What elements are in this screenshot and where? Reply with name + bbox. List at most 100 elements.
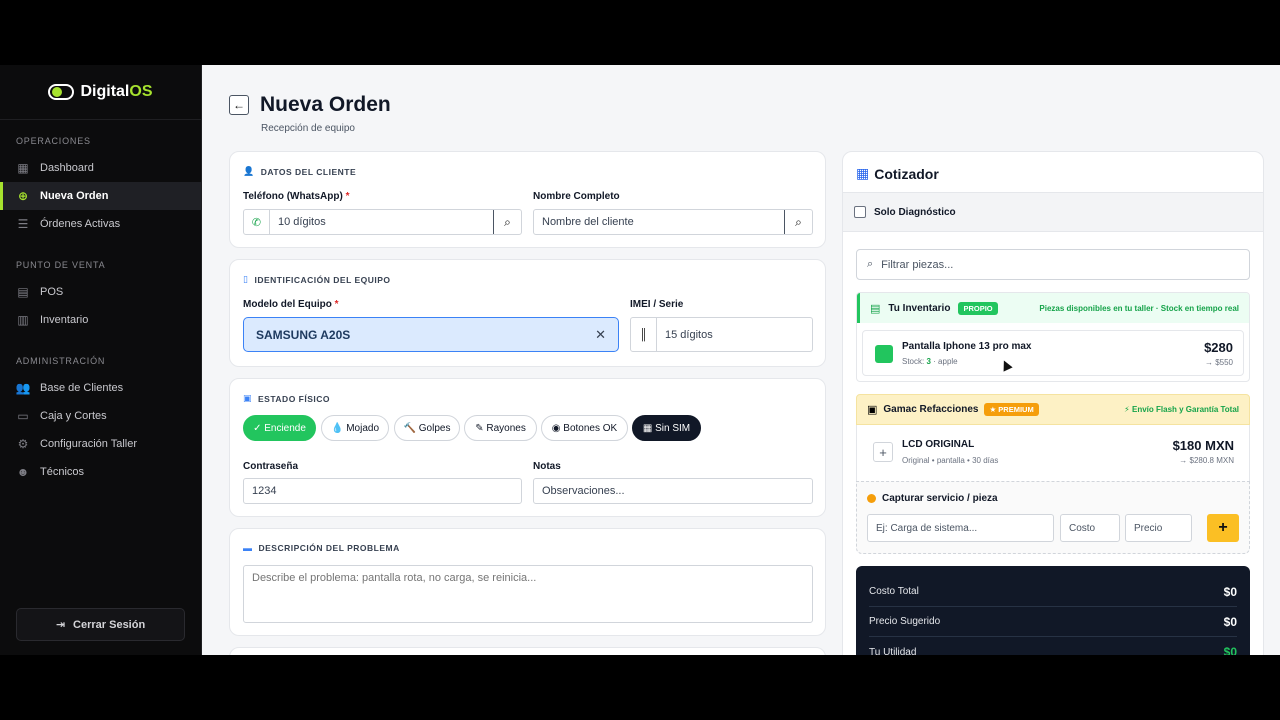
diagnostic-checkbox[interactable] <box>854 206 866 218</box>
client-card: 👤 DATOS DEL CLIENTE Teléfono (WhatsApp) *… <box>229 151 826 248</box>
team-icon: ☻ <box>16 465 30 479</box>
chip-mojado[interactable]: 💧 Mojado <box>321 415 389 441</box>
imei-field[interactable]: ║ 15 dígitos <box>630 317 813 352</box>
section-title-text: IDENTIFICACIÓN DEL EQUIPO <box>254 274 391 285</box>
service-description-input[interactable]: Ej: Carga de sistema... <box>867 514 1054 542</box>
whatsapp-icon: ✆ <box>244 210 270 234</box>
inventory-title: Tu Inventario <box>888 302 951 314</box>
client-name-field[interactable]: Nombre del cliente ⌕ <box>533 209 813 235</box>
profit-value: $0 <box>1223 645 1237 655</box>
section-title-problema: ▬ DESCRIPCIÓN DEL PROBLEMA <box>243 543 400 553</box>
gamac-item[interactable]: + LCD ORIGINAL Original • pantalla • 30 … <box>856 425 1250 481</box>
sidebar-item-label: Nueva Orden <box>40 190 109 202</box>
sidebar: DigitalOS OPERACIONES ▦ Dashboard ⊕ Nuev… <box>0 65 202 655</box>
notes-label: Notas <box>533 461 561 472</box>
shop-icon: ▣ <box>867 404 878 416</box>
phone-field[interactable]: ✆ 10 dígitos ⌕ <box>243 209 522 235</box>
phone-label-text: Teléfono (WhatsApp) <box>243 191 343 202</box>
list-icon: ☰ <box>17 217 29 231</box>
cost-input[interactable]: Costo <box>1060 514 1120 542</box>
sidebar-item-caja-y-cortes[interactable]: ▭ Caja y Cortes <box>0 402 201 430</box>
plus-icon: + <box>1218 519 1228 536</box>
logout-icon: ⇥ <box>55 619 66 631</box>
sidebar-item-nueva-orden[interactable]: ⊕ Nueva Orden <box>0 182 201 210</box>
search-name-button[interactable]: ⌕ <box>784 210 812 234</box>
suggested-price-value: $0 <box>1223 614 1237 629</box>
arrow-left-icon: ← <box>233 98 245 112</box>
chip-enciende[interactable]: ✓ Enciende <box>243 415 316 441</box>
sidebar-item-base-de-clientes[interactable]: 👥 Base de Clientes <box>0 374 201 402</box>
section-title-text: DESCRIPCIÓN DEL PROBLEMA <box>258 543 400 553</box>
section-title-text: DATOS DEL CLIENTE <box>260 166 357 177</box>
profit-label: Tu Utilidad <box>869 646 917 656</box>
sidebar-item-label: POS <box>40 286 64 298</box>
add-service-button[interactable]: + <box>1207 514 1239 542</box>
part-price: $280 <box>1204 340 1233 355</box>
chip-botones-ok[interactable]: ◉ Botones OK <box>541 415 628 441</box>
sidebar-item-configuracion-taller[interactable]: ⚙ Configuración Taller <box>0 430 201 458</box>
problem-description-textarea[interactable] <box>243 565 813 623</box>
section-label-operaciones: OPERACIONES <box>16 136 91 146</box>
device-card: ▯ IDENTIFICACIÓN DEL EQUIPO Modelo del Eq… <box>229 259 826 367</box>
gamac-title: Gamac Refacciones <box>883 404 979 415</box>
sidebar-item-inventario[interactable]: ▥ Inventario <box>0 306 201 334</box>
model-label: Modelo del Equipo * <box>243 299 339 310</box>
app-window: DigitalOS OPERACIONES ▦ Dashboard ⊕ Nuev… <box>0 65 1280 655</box>
imei-placeholder: 15 dígitos <box>665 328 713 341</box>
brand-logo[interactable]: DigitalOS <box>0 65 201 120</box>
inventory-header: ▤ Tu Inventario PROPIO Piezas disponible… <box>857 293 1249 323</box>
suggested-price-row: Precio Sugerido $0 <box>869 607 1237 637</box>
sidebar-item-dashboard[interactable]: ▦ Dashboard <box>0 154 201 182</box>
add-part-button[interactable]: + <box>873 442 893 462</box>
part-name: Pantalla Iphone 13 pro max <box>902 341 1032 352</box>
search-phone-button[interactable]: ⌕ <box>493 210 521 234</box>
sidebar-item-pos[interactable]: ▤ POS <box>0 278 201 306</box>
back-button[interactable]: ← <box>229 95 249 115</box>
phone-label: Teléfono (WhatsApp) * <box>243 191 350 202</box>
toggle-logo-icon <box>48 84 75 100</box>
calculator-icon: ▦ <box>856 165 870 181</box>
price-input[interactable]: Precio <box>1125 514 1192 542</box>
gamac-note: ⚡ Envío Flash y Garantía Total <box>1124 405 1239 414</box>
physical-state-card: ▣ ESTADO FÍSICO ✓ Enciende 💧 Mojado 🔨 Gol… <box>229 378 826 517</box>
status-dot-icon <box>867 494 876 503</box>
diagnostic-only-row[interactable]: Solo Diagnóstico <box>843 192 1263 232</box>
sidebar-item-ordenes-activas[interactable]: ☰ Órdenes Activas <box>0 210 201 238</box>
chip-sin-sim[interactable]: ▦ Sin SIM <box>632 415 701 441</box>
register-icon: ▤ <box>17 285 29 299</box>
capture-title-text: Capturar servicio / pieza <box>882 493 998 504</box>
phone-icon: ▯ <box>243 274 249 284</box>
logout-button[interactable]: ⇥ Cerrar Sesión <box>16 608 185 641</box>
gear-icon: ⚙ <box>17 437 29 451</box>
password-field[interactable]: 1234 <box>243 478 522 504</box>
sidebar-item-label: Base de Clientes <box>40 382 124 394</box>
part-meta: Original • pantalla • 30 días <box>902 456 999 465</box>
plus-circle-icon: ⊕ <box>17 189 29 203</box>
total-cost-label: Costo Total <box>869 586 919 597</box>
inventory-note: Piezas disponibles en tu taller · Stock … <box>1039 303 1239 313</box>
sidebar-item-label: Dashboard <box>40 162 94 174</box>
user-icon: 👤 <box>243 166 255 176</box>
premium-badge: ★ PREMIUM <box>984 403 1039 416</box>
chip-golpes[interactable]: 🔨 Golpes <box>394 415 460 441</box>
sidebar-item-tecnicos[interactable]: ☻ Técnicos <box>0 458 201 486</box>
chip-rayones[interactable]: ✎ Rayones <box>464 415 537 441</box>
sidebar-item-label: Órdenes Activas <box>40 218 121 230</box>
search-icon: ⌕ <box>795 214 802 229</box>
inventory-item[interactable]: Pantalla Iphone 13 pro max Stock: 3 · ap… <box>862 330 1244 376</box>
suggested-price-label: Precio Sugerido <box>869 616 941 627</box>
quote-panel: ▦ Cotizador Solo Diagnóstico ⌕ Filtrar pi… <box>842 151 1264 655</box>
profit-row: Tu Utilidad $0 <box>869 637 1237 655</box>
store-icon: ▤ <box>870 302 881 315</box>
notes-field[interactable]: Observaciones... <box>533 478 813 504</box>
parts-filter-input[interactable]: ⌕ Filtrar piezas... <box>856 249 1250 280</box>
part-price: $180 MXN <box>1172 438 1234 453</box>
quote-title-text: Cotizador <box>874 165 939 182</box>
brand-name-suffix: OS <box>129 83 153 100</box>
cashbox-icon: ▭ <box>17 409 29 423</box>
device-model-field[interactable]: SAMSUNG A20S ✕ <box>243 317 619 352</box>
clear-icon[interactable]: ✕ <box>595 327 606 343</box>
sidebar-item-label: Técnicos <box>40 466 85 478</box>
part-stock: Stock: 3 · apple <box>902 357 958 366</box>
name-placeholder: Nombre del cliente <box>542 216 634 228</box>
